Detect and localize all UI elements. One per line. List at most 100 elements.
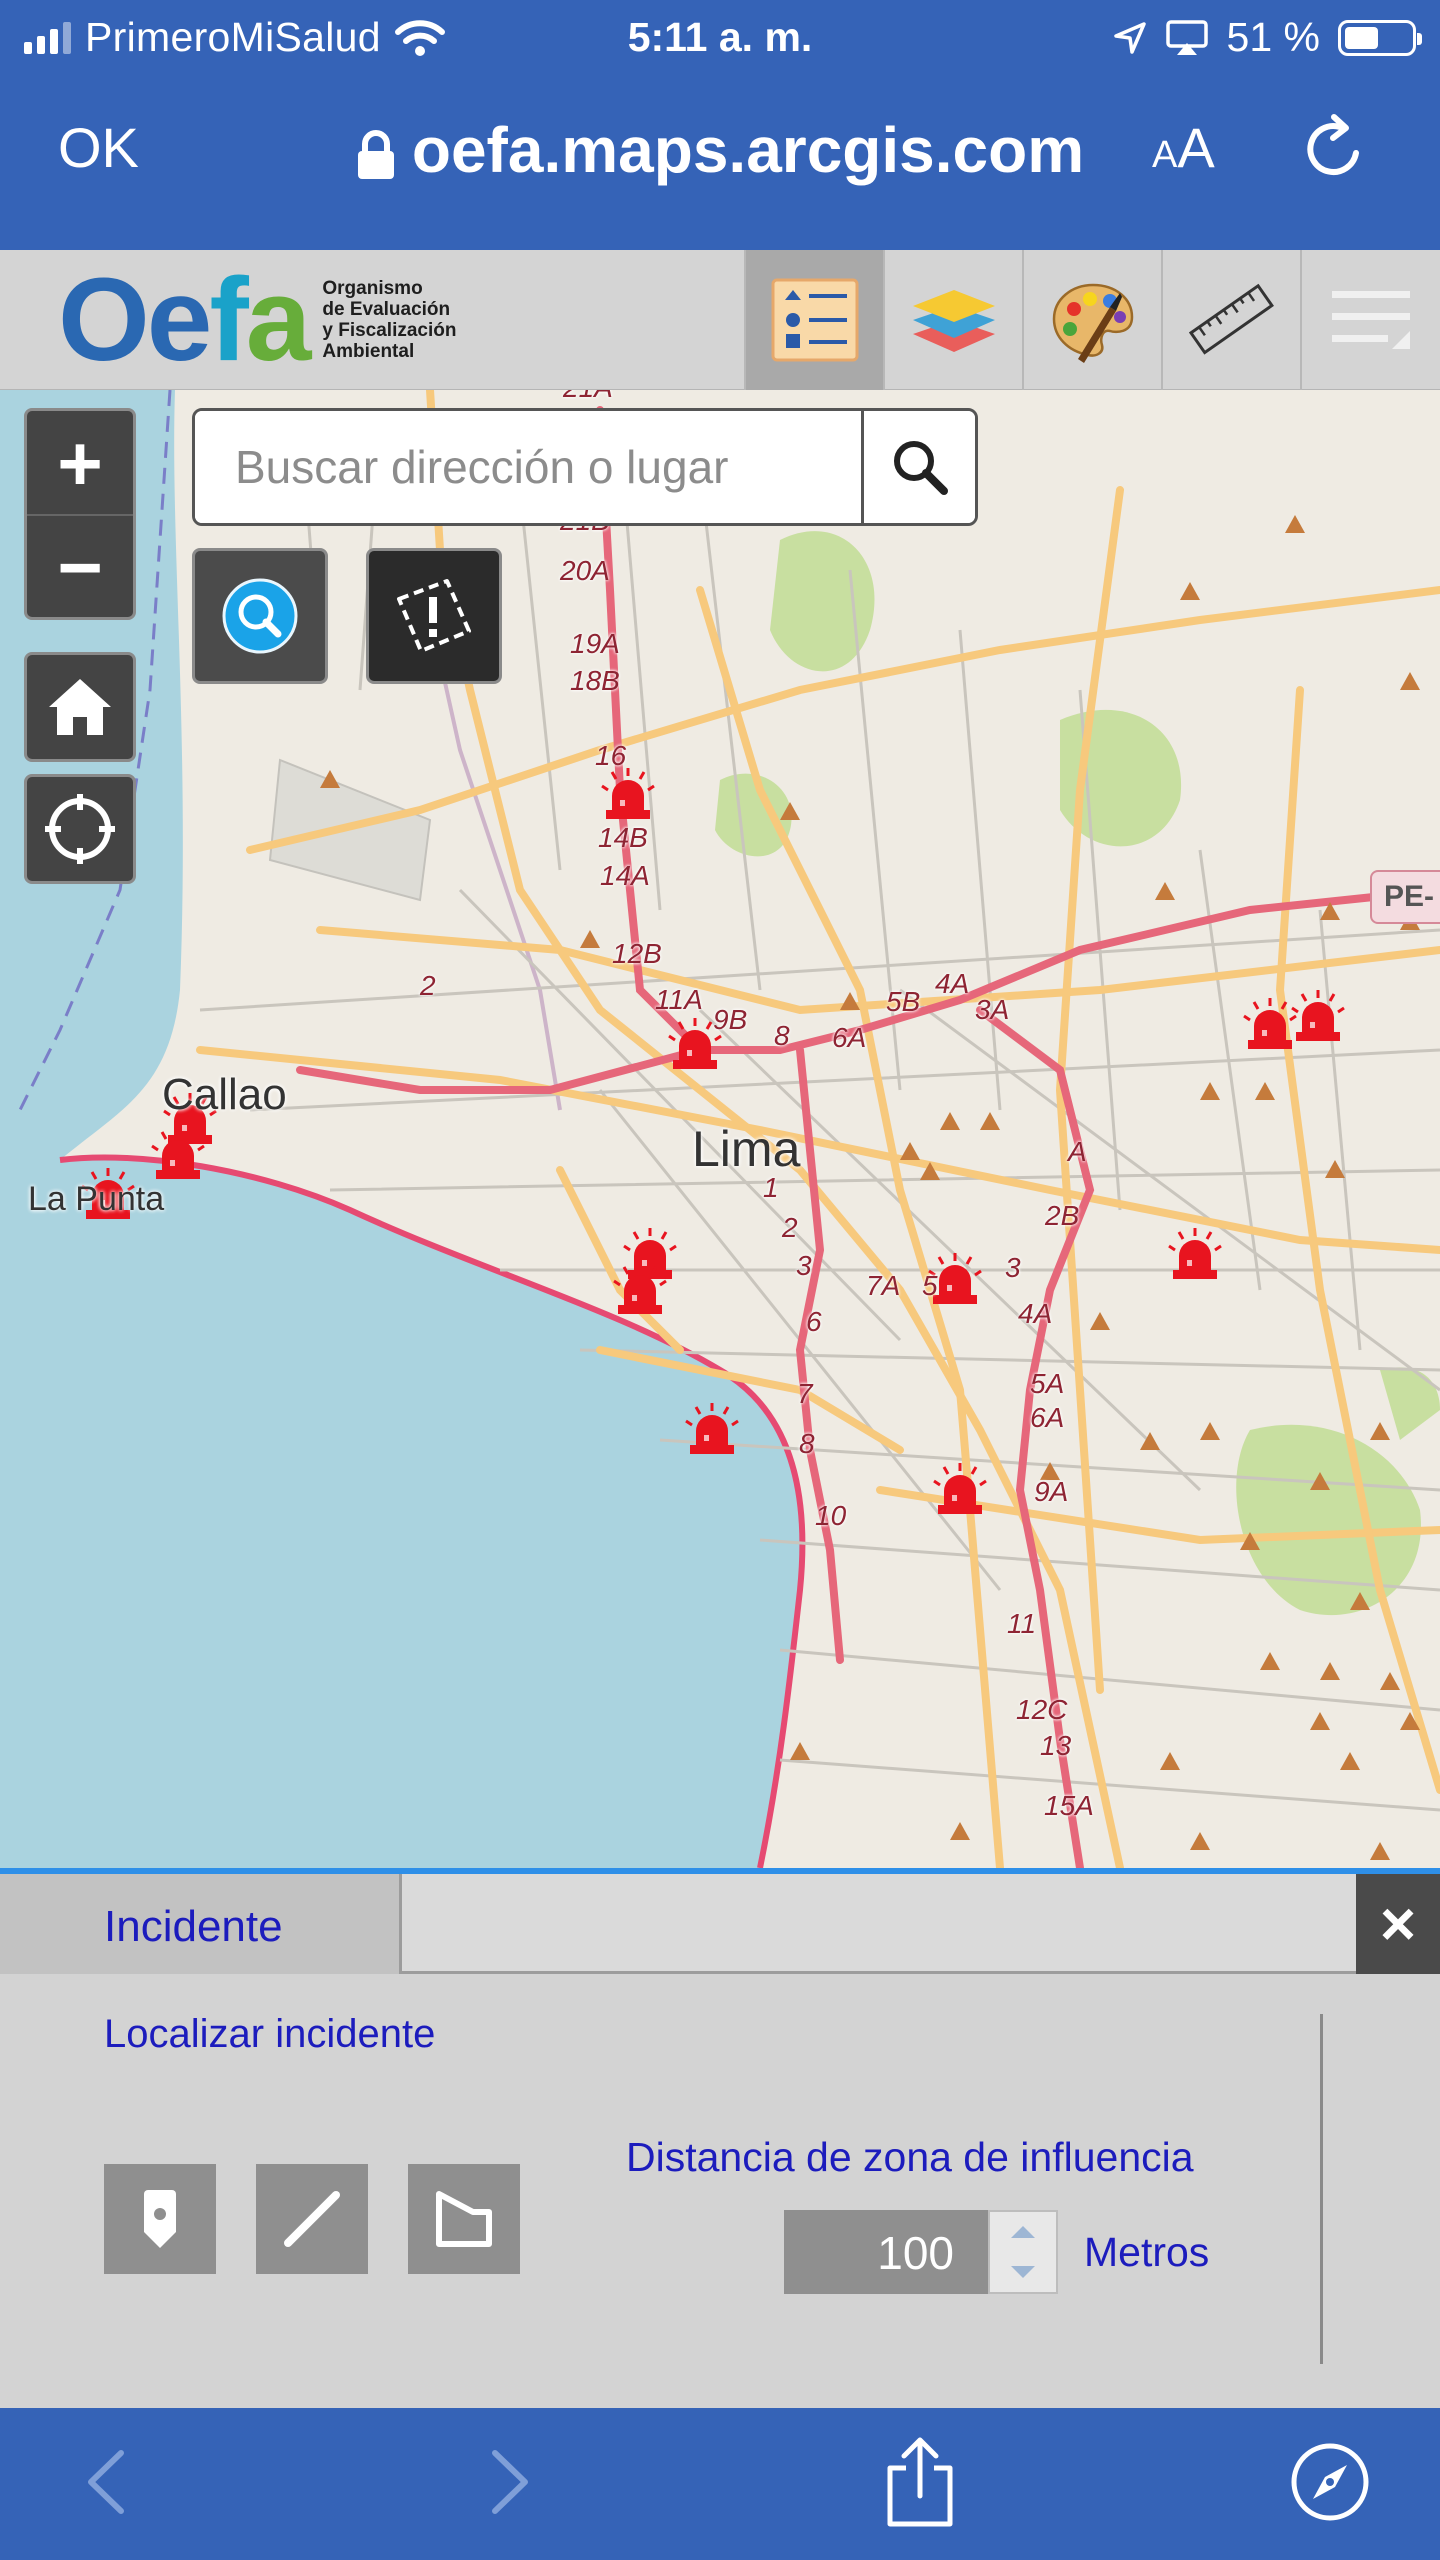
zoom-out-button[interactable]: − xyxy=(27,514,133,617)
tab-incidente[interactable]: Incidente xyxy=(0,1874,402,1974)
highway-shield: PE- xyxy=(1370,870,1440,924)
draw-line-button[interactable] xyxy=(256,2164,368,2274)
buffer-distance-row: 100 Metros xyxy=(784,2210,1209,2294)
back-icon xyxy=(88,2450,124,2514)
panel-scroll-divider xyxy=(1320,2014,1323,2364)
stepper-up-button[interactable] xyxy=(990,2212,1056,2252)
back-button[interactable] xyxy=(56,2432,156,2532)
buffer-distance-label: Distancia de zona de influencia xyxy=(626,2134,1194,2180)
road-number-label: 19A xyxy=(570,628,620,659)
text-size-small-a: A xyxy=(1152,134,1178,176)
share-icon xyxy=(887,2437,953,2527)
road-number-label: 7A xyxy=(866,1270,901,1301)
safari-url-bar: OK oefa.maps.arcgis.com AA xyxy=(0,75,1440,225)
url-text: oefa.maps.arcgis.com xyxy=(411,114,1085,186)
battery-level-fill xyxy=(1345,26,1378,49)
road-number-label: 6A xyxy=(832,1022,867,1053)
locate-incident-heading: Localizar incidente xyxy=(104,2012,436,2056)
panel-tab-bar: Incidente × xyxy=(0,1874,1440,1974)
road-number-label: 13 xyxy=(1040,1730,1072,1761)
search-widget xyxy=(192,408,978,526)
home-icon xyxy=(49,679,111,735)
more-tool-button[interactable] xyxy=(1300,250,1439,390)
close-panel-button[interactable]: × xyxy=(1356,1874,1440,1974)
search-input[interactable] xyxy=(195,411,861,523)
home-button[interactable] xyxy=(24,652,136,762)
forward-button[interactable] xyxy=(460,2432,560,2532)
crosshair-icon xyxy=(45,794,115,864)
address-field[interactable]: oefa.maps.arcgis.com xyxy=(0,110,1440,190)
palette-icon xyxy=(1052,283,1133,363)
road-number-label: 8 xyxy=(799,1428,815,1459)
compass-button[interactable] xyxy=(1280,2432,1380,2532)
compass-icon xyxy=(1291,2443,1369,2521)
road-number-label: A xyxy=(1068,1136,1087,1167)
text-size-button[interactable]: AA xyxy=(1152,115,1215,180)
chevron-up-icon xyxy=(1011,2226,1035,2238)
road-number-label: 5A xyxy=(1030,1368,1065,1399)
close-icon: × xyxy=(1379,1889,1417,1959)
road-number-label: 14A xyxy=(600,860,650,891)
polygon-draw-icon xyxy=(436,2191,492,2247)
battery-icon xyxy=(1338,19,1422,56)
text-size-large-a: A xyxy=(1177,116,1215,179)
map-label-lima: Lima xyxy=(692,1121,801,1177)
road-number-label: 3 xyxy=(796,1250,812,1281)
measure-tool-button[interactable] xyxy=(1161,250,1300,390)
road-number-label: 16 xyxy=(595,740,627,771)
status-bar: PrimeroMiSalud 5:11 a. m. 51 % xyxy=(0,0,1440,75)
locate-button[interactable] xyxy=(24,774,136,884)
road-number-label: 14B xyxy=(598,822,648,853)
map-label-la-punta: La Punta xyxy=(28,1180,165,1218)
list-legend-icon xyxy=(771,278,858,362)
road-number-label: 8 xyxy=(774,1020,790,1051)
road-number-label: 4A xyxy=(1018,1298,1053,1329)
battery-percent: 51 % xyxy=(1226,14,1320,60)
zoom-control: + − xyxy=(24,408,136,620)
road-number-label: 9A xyxy=(1034,1476,1069,1507)
logo-subtitle: Organismo de Evaluación y Fiscalización … xyxy=(322,278,457,362)
draw-point-button[interactable] xyxy=(104,2164,216,2274)
search-icon xyxy=(893,441,948,495)
map-label-callao: Callao xyxy=(162,1070,287,1119)
map-view[interactable]: Callao Lima La Punta PE- 21A21B20A19A18B… xyxy=(0,390,1440,1868)
buffer-distance-input[interactable]: 100 xyxy=(784,2210,988,2294)
report-incident-button[interactable] xyxy=(366,548,502,684)
magnifier-globe-icon xyxy=(222,578,298,654)
browser-top-bar: PrimeroMiSalud 5:11 a. m. 51 % OK oefa.m… xyxy=(0,0,1440,250)
road-number-label: 6 xyxy=(806,1306,822,1337)
draw-polygon-button[interactable] xyxy=(408,2164,520,2274)
road-number-label: 20A xyxy=(560,555,610,586)
zoom-in-button[interactable]: + xyxy=(27,411,133,514)
search-button[interactable] xyxy=(861,411,975,523)
road-number-label: 12C xyxy=(1016,1694,1068,1725)
style-tool-button[interactable] xyxy=(1022,250,1161,390)
road-number-label: 9B xyxy=(713,1004,748,1035)
warning-diamond-icon xyxy=(397,579,471,653)
stepper-down-button[interactable] xyxy=(990,2252,1056,2292)
map-toolbar xyxy=(744,250,1439,390)
legend-tool-button[interactable] xyxy=(744,250,883,390)
road-number-label: 18B xyxy=(570,665,620,696)
road-number-label: 3A xyxy=(975,994,1010,1025)
road-number-label: 2 xyxy=(782,1212,798,1243)
road-number-label: 2B xyxy=(1045,1200,1080,1231)
incident-panel: Incidente × Localizar incidente Distanci… xyxy=(0,1868,1440,2408)
road-number-label: 21A xyxy=(563,390,613,404)
identify-button[interactable] xyxy=(192,548,328,684)
logo-wordmark: Oefa xyxy=(58,254,311,386)
road-number-label: 2 xyxy=(420,970,436,1001)
point-marker-icon xyxy=(144,2190,176,2248)
road-number-label: 6A xyxy=(1030,1402,1065,1433)
status-right: 51 % xyxy=(1113,10,1422,65)
road-number-label: 11A xyxy=(655,984,703,1015)
road-number-label: 1 xyxy=(763,1172,779,1203)
menu-icon xyxy=(1331,291,1410,349)
road-number-label: 11 xyxy=(1007,1608,1037,1639)
reload-icon[interactable] xyxy=(1302,113,1368,183)
layers-tool-button[interactable] xyxy=(883,250,1022,390)
share-button[interactable] xyxy=(870,2432,970,2532)
road-number-label: 12B xyxy=(612,938,662,969)
ruler-icon xyxy=(1188,283,1274,355)
unit-label: Metros xyxy=(1084,2228,1210,2275)
